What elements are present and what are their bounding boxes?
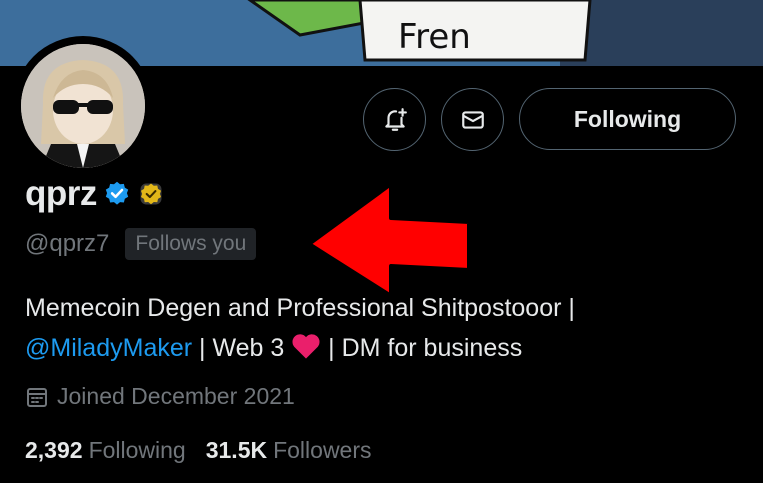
joined-date-row: Joined December 2021 bbox=[25, 383, 295, 410]
red-heart-icon bbox=[292, 334, 320, 359]
avatar[interactable] bbox=[21, 44, 145, 168]
banner-text: Fren bbox=[398, 17, 471, 57]
red-arrow-annotation bbox=[307, 182, 471, 298]
gold-badge-icon[interactable] bbox=[137, 180, 165, 208]
following-button[interactable]: Following bbox=[519, 88, 736, 150]
following-stat-link[interactable]: 2,392 Following bbox=[25, 437, 186, 464]
envelope-icon bbox=[461, 110, 484, 129]
message-button[interactable] bbox=[441, 88, 504, 151]
joined-date-text: Joined December 2021 bbox=[57, 383, 295, 409]
follows-you-badge: Follows you bbox=[125, 228, 257, 260]
bio-mid-text: | Web 3 bbox=[192, 334, 292, 362]
follow-stats: 2,392 Following 31.5K Followers bbox=[25, 437, 392, 464]
bell-plus-icon bbox=[384, 107, 407, 131]
bio-line-2: @MiladyMaker | Web 3 | DM for business bbox=[25, 328, 725, 368]
calendar-icon bbox=[27, 387, 47, 407]
followers-label: Followers bbox=[273, 437, 372, 463]
followers-count: 31.5K bbox=[205, 437, 268, 463]
user-handle: @qprz7 bbox=[25, 230, 110, 257]
bio-line-1: Memecoin Degen and Professional Shitpost… bbox=[25, 294, 575, 322]
notify-button[interactable] bbox=[363, 88, 426, 151]
handle-row: @qprz7 Follows you bbox=[25, 228, 257, 260]
bio-tail-text: | DM for business bbox=[321, 334, 523, 362]
name-row: qprz bbox=[25, 174, 165, 214]
following-label: Following bbox=[88, 437, 186, 463]
avatar-frame[interactable] bbox=[13, 36, 153, 176]
display-name: qprz bbox=[25, 174, 97, 213]
profile-bio: Memecoin Degen and Professional Shitpost… bbox=[25, 288, 725, 368]
following-button-label: Following bbox=[573, 105, 682, 132]
followers-stat-link[interactable]: 31.5K Followers bbox=[206, 437, 372, 464]
blue-verified-badge-icon[interactable] bbox=[103, 180, 131, 208]
bio-mention-link[interactable]: @MiladyMaker bbox=[25, 334, 192, 362]
following-count: 2,392 bbox=[25, 437, 83, 463]
